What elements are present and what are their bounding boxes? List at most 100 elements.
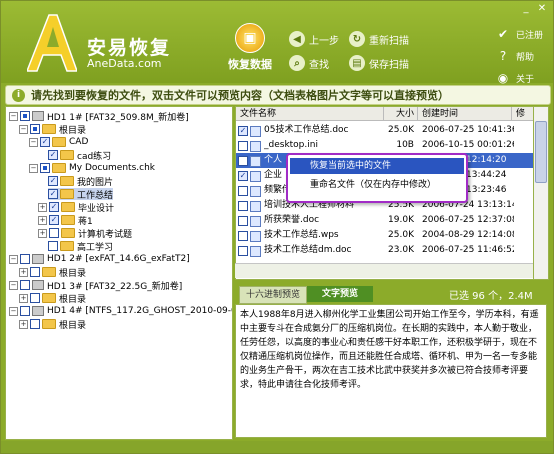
horizontal-scrollbar[interactable] bbox=[235, 263, 533, 278]
tree-node[interactable]: ✓ 我的图片 bbox=[48, 175, 113, 188]
registered-item[interactable]: ✔ 已注册 bbox=[496, 23, 543, 45]
file-row[interactable]: 技术工作总结.wps 25.0K 2004-08-29 12:14:08 bbox=[236, 228, 534, 243]
checkbox[interactable] bbox=[238, 246, 248, 256]
column-header-modified[interactable]: 修 bbox=[512, 107, 534, 121]
menu-item-recover-selected[interactable]: 恢复当前选中的文件 bbox=[290, 158, 464, 174]
recover-disk-icon: ▣ bbox=[235, 23, 265, 53]
file-row[interactable]: 技术工作总结dm.doc 23.0K 2006-07-25 11:46:52 bbox=[236, 243, 534, 258]
column-header-name[interactable]: 文件名称 bbox=[236, 107, 384, 121]
checkbox[interactable]: ✓ bbox=[49, 202, 59, 212]
column-header-size[interactable]: 大小 bbox=[384, 107, 418, 121]
collapse-icon[interactable]: − bbox=[9, 280, 18, 290]
expand-icon[interactable]: + bbox=[19, 293, 28, 303]
partition-tree: − HD1 1# [FAT32_509.8M_新加卷] − 根目录 − ✓ CAD ✓ c… bbox=[5, 106, 233, 440]
column-header-created[interactable]: 创建时间 bbox=[418, 107, 512, 121]
folder-icon bbox=[61, 202, 75, 212]
checkbox[interactable] bbox=[238, 231, 248, 241]
scroll-thumb[interactable] bbox=[535, 121, 547, 183]
file-row[interactable]: 所获荣誉.doc 19.0K 2006-07-25 12:37:08 bbox=[236, 213, 534, 228]
brand-url: AneData.com bbox=[87, 57, 162, 70]
expand-icon[interactable]: + bbox=[38, 228, 47, 238]
checkbox[interactable] bbox=[30, 319, 40, 329]
tree-node[interactable]: − HD1 1# [FAT32_509.8M_新加卷] bbox=[9, 110, 189, 123]
collapse-icon[interactable]: − bbox=[29, 163, 38, 173]
prev-step-button[interactable]: ◀ 上一步 bbox=[289, 31, 339, 47]
checkbox[interactable]: ✓ bbox=[48, 150, 58, 160]
expand-icon[interactable]: + bbox=[38, 202, 47, 212]
drive-icon bbox=[32, 111, 44, 121]
checkbox[interactable] bbox=[238, 216, 248, 226]
folder-icon bbox=[42, 319, 56, 329]
folder-icon bbox=[42, 124, 56, 134]
checkbox[interactable] bbox=[20, 280, 30, 290]
expand-icon[interactable]: + bbox=[38, 215, 47, 225]
checkbox[interactable]: ✓ bbox=[49, 215, 59, 225]
tab-text-preview[interactable]: 文字预览 bbox=[307, 286, 373, 302]
recover-data-button[interactable]: ▣ 恢复数据 bbox=[221, 23, 279, 72]
tree-node[interactable]: 高工学习 bbox=[48, 240, 113, 253]
collapse-icon[interactable]: − bbox=[19, 124, 28, 134]
expand-icon[interactable]: + bbox=[19, 319, 28, 329]
prev-step-label: 上一步 bbox=[309, 35, 339, 47]
folder-icon bbox=[60, 176, 74, 186]
checkbox[interactable] bbox=[238, 141, 248, 151]
tree-node[interactable]: − My Documents.chk bbox=[29, 162, 155, 174]
collapse-icon[interactable]: − bbox=[29, 137, 38, 147]
file-icon bbox=[250, 156, 261, 167]
context-menu: 恢复当前选中的文件 重命名文件（仅在内存中修改） bbox=[286, 153, 468, 203]
file-row[interactable]: ✓ 05技术工作总结.doc 25.0K 2006-07-25 10:41:36 bbox=[236, 123, 534, 138]
drive-icon bbox=[32, 306, 44, 316]
tree-node[interactable]: − HD1 2# [exFAT_14.6G_exFatT2] bbox=[9, 253, 190, 265]
file-row[interactable]: _desktop.ini 10B 2006-10-15 00:01:26 bbox=[236, 138, 534, 153]
tree-node[interactable]: − HD1 4# [NTFS_117.2G_GHOST_2010-09-03] bbox=[9, 305, 232, 317]
tree-node[interactable]: − ✓ CAD bbox=[29, 136, 88, 148]
expand-icon[interactable]: + bbox=[19, 267, 28, 277]
checkbox[interactable] bbox=[48, 241, 58, 251]
folder-icon bbox=[52, 137, 66, 147]
vertical-scrollbar[interactable] bbox=[533, 106, 549, 280]
checkbox[interactable] bbox=[30, 293, 40, 303]
file-icon bbox=[250, 171, 261, 182]
tree-node[interactable]: + 根目录 bbox=[19, 292, 86, 305]
tree-node[interactable]: ✓ cad练习 bbox=[48, 149, 111, 162]
checkbox[interactable] bbox=[30, 124, 40, 134]
checkbox[interactable] bbox=[20, 111, 30, 121]
collapse-icon[interactable]: − bbox=[9, 111, 18, 121]
minimize-icon[interactable]: _ bbox=[519, 3, 533, 15]
tree-node-selected[interactable]: ✓ 工作总结 bbox=[48, 188, 114, 201]
menu-item-rename[interactable]: 重命名文件（仅在内存中修改） bbox=[290, 177, 464, 193]
tree-node[interactable]: − 根目录 bbox=[19, 123, 86, 136]
tab-hex-preview[interactable]: 十六进制预览 bbox=[239, 286, 307, 304]
save-scan-button[interactable]: ▤ 保存扫描 bbox=[349, 55, 409, 71]
checkbox[interactable]: ✓ bbox=[238, 126, 248, 136]
folder-icon bbox=[61, 215, 75, 225]
checkbox[interactable]: ✓ bbox=[40, 137, 50, 147]
checkbox[interactable] bbox=[49, 228, 59, 238]
collapse-icon[interactable]: − bbox=[9, 306, 18, 316]
checkbox[interactable]: ✓ bbox=[48, 176, 58, 186]
help-item[interactable]: ? 帮助 bbox=[496, 45, 543, 67]
tree-node[interactable]: + 计算机考试题 bbox=[38, 227, 132, 240]
arrow-left-icon: ◀ bbox=[289, 31, 305, 47]
close-icon[interactable]: ✕ bbox=[535, 3, 549, 15]
checkbox[interactable] bbox=[20, 254, 30, 264]
checkbox[interactable] bbox=[40, 163, 50, 173]
checkbox[interactable] bbox=[238, 201, 248, 211]
collapse-icon[interactable]: − bbox=[9, 254, 18, 264]
tree-node[interactable]: + ✓ 毕业设计 bbox=[38, 201, 114, 214]
checkbox[interactable]: ✓ bbox=[238, 171, 248, 181]
find-button[interactable]: ⌕ 查找 bbox=[289, 55, 329, 71]
tree-node[interactable]: + 根目录 bbox=[19, 266, 86, 279]
logo-a-icon bbox=[27, 14, 77, 72]
tree-node[interactable]: − HD1 3# [FAT32_22.5G_新加卷] bbox=[9, 279, 182, 292]
checkbox[interactable] bbox=[238, 186, 248, 196]
tree-node[interactable]: + 根目录 bbox=[19, 318, 86, 331]
checkbox[interactable]: ✓ bbox=[48, 189, 58, 199]
tree-node[interactable]: + ✓ 蒋1 bbox=[38, 214, 93, 227]
window-controls: _ ✕ bbox=[519, 3, 549, 15]
checkbox[interactable] bbox=[30, 267, 40, 277]
rescan-button[interactable]: ↻ 重新扫描 bbox=[349, 31, 409, 47]
checkbox[interactable] bbox=[20, 306, 30, 316]
save-scan-label: 保存扫描 bbox=[369, 59, 409, 71]
checkbox[interactable] bbox=[238, 156, 248, 166]
